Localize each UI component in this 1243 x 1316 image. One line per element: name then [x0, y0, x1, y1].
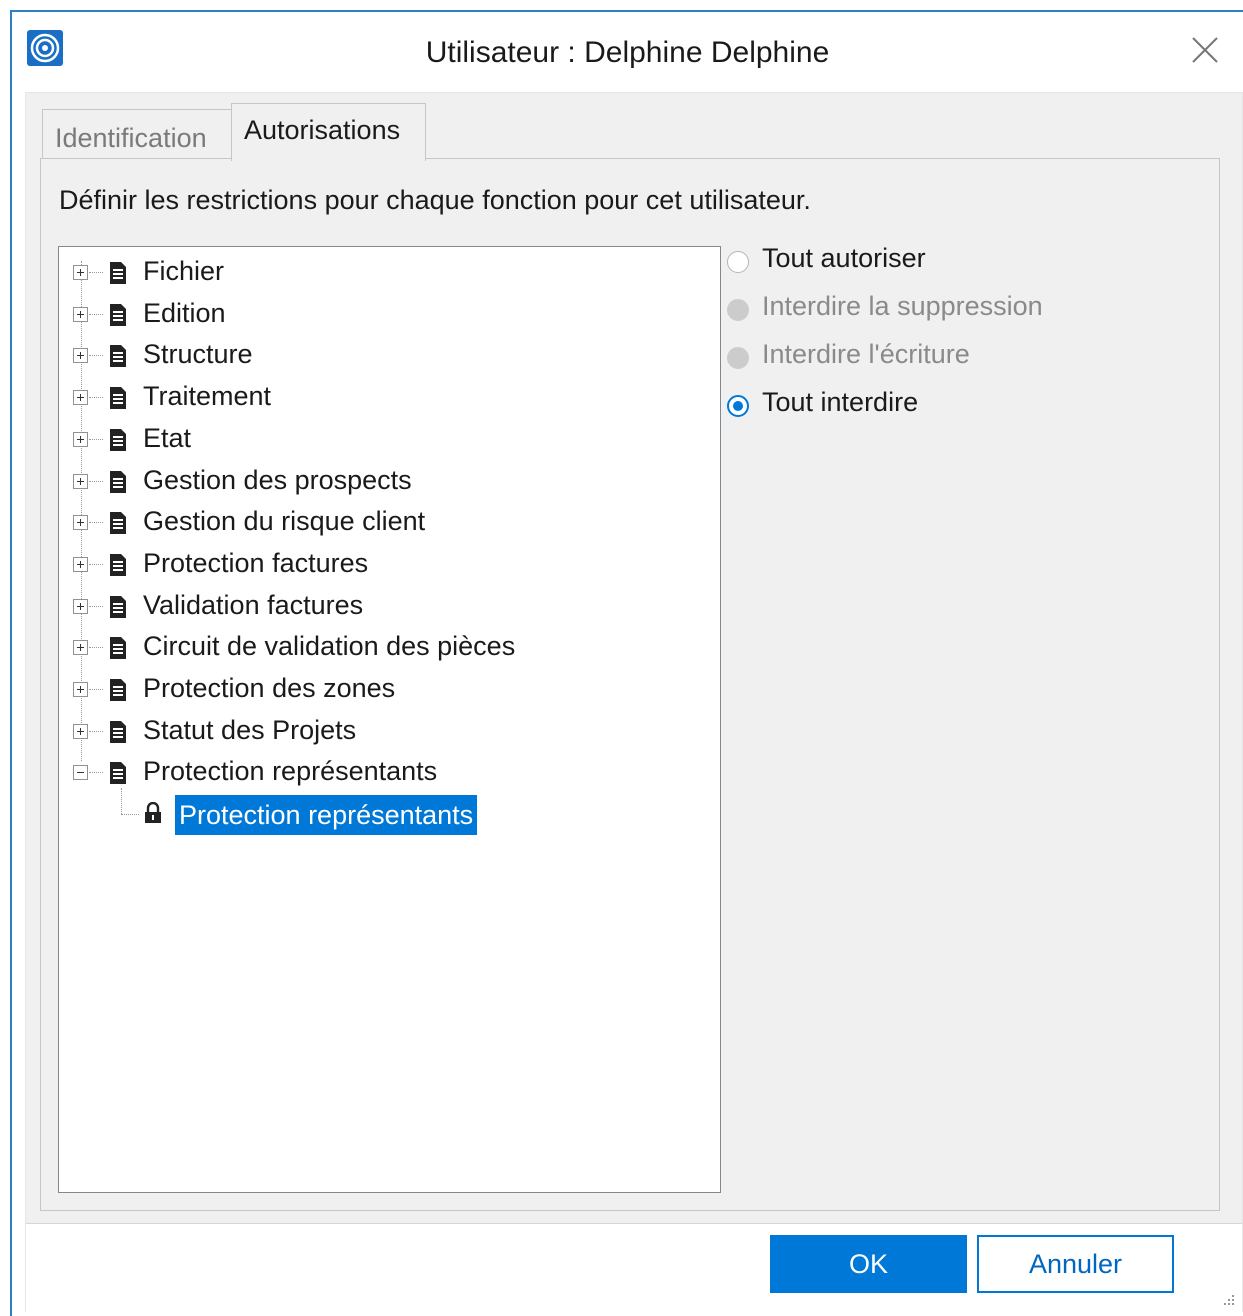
tree-node[interactable]: Validation factures — [59, 587, 699, 627]
tree-node-label[interactable]: Circuit de validation des pièces — [143, 631, 515, 662]
tree-node-label[interactable]: Fichier — [143, 256, 224, 287]
radio-button-icon[interactable] — [727, 395, 749, 417]
tree-connector-line — [89, 313, 103, 315]
document-icon — [110, 512, 126, 535]
radio-button-icon[interactable] — [727, 251, 749, 273]
cancel-button[interactable]: Annuler — [977, 1235, 1174, 1293]
document-icon — [110, 387, 126, 410]
tree-node[interactable]: Edition — [59, 295, 699, 335]
tree-node-label[interactable]: Protection des zones — [143, 673, 395, 704]
tree-node-label[interactable]: Protection factures — [143, 548, 368, 579]
expand-icon[interactable] — [73, 390, 88, 406]
expand-icon[interactable] — [73, 640, 88, 656]
radio-label: Interdire l'écriture — [762, 339, 970, 369]
expand-icon[interactable] — [73, 598, 88, 614]
description-text: Définir les restrictions pour chaque fon… — [59, 185, 811, 215]
radio-button-icon — [727, 299, 749, 321]
radio-button-icon — [727, 347, 749, 369]
tree-node[interactable]: Gestion des prospects — [59, 462, 699, 502]
tree-connector-line — [89, 647, 103, 649]
tree-node[interactable]: Protection représentants — [59, 753, 699, 793]
tree-node[interactable]: Traitement — [59, 378, 699, 418]
tree-connector-line — [89, 605, 103, 607]
tree-connector-line — [89, 480, 103, 482]
dialog-footer: OK Annuler — [26, 1224, 1242, 1313]
tree-connector-line — [89, 438, 103, 440]
tree-connector-line — [89, 355, 103, 357]
tree-node-label[interactable]: Protection représentants — [143, 756, 437, 787]
window-title: Utilisateur : Delphine Delphine — [425, 36, 830, 69]
tab-autorisations[interactable]: Autorisations — [231, 103, 426, 161]
tree-connector-line — [89, 522, 103, 524]
document-icon — [110, 679, 126, 701]
tree-node[interactable]: Structure — [59, 336, 699, 376]
tree-child-selected[interactable]: Protection représentants — [175, 795, 478, 835]
tree-connector-line — [121, 814, 139, 815]
document-icon — [110, 720, 126, 743]
tree-connector-line — [89, 689, 103, 690]
tree-node-label[interactable]: Structure — [143, 339, 253, 370]
tree-node-label[interactable]: Gestion des prospects — [143, 465, 412, 496]
expand-icon[interactable] — [73, 515, 88, 531]
radio-label: Tout autoriser — [762, 243, 926, 273]
expand-icon[interactable] — [73, 348, 88, 364]
document-icon — [110, 345, 126, 368]
collapse-icon[interactable] — [73, 765, 88, 781]
tab-identification[interactable]: Identification — [42, 109, 233, 159]
expand-icon[interactable] — [73, 556, 88, 572]
ok-button[interactable]: OK — [770, 1235, 967, 1293]
tree-node-label[interactable]: Traitement — [143, 381, 271, 412]
radio-label: Tout interdire — [762, 387, 919, 417]
tree-node-label[interactable]: Validation factures — [143, 590, 363, 621]
tree-node-label[interactable]: Gestion du risque client — [143, 506, 425, 537]
tree-connector-line — [89, 772, 103, 774]
document-icon — [110, 762, 126, 785]
title-bar: Utilisateur : Delphine Delphine — [12, 12, 1243, 92]
tree-node[interactable]: Etat — [59, 420, 699, 460]
tree-connector-line — [121, 788, 122, 814]
function-tree[interactable]: Fichier Edition Structure Traitement Etat Ges… — [58, 246, 721, 1193]
document-icon — [110, 470, 126, 493]
document-icon — [110, 303, 126, 326]
lock-icon — [145, 802, 161, 823]
tree-connector-line — [89, 272, 103, 273]
tree-node-label[interactable]: Edition — [143, 298, 226, 329]
tree-connector-line — [89, 563, 103, 565]
expand-icon[interactable] — [73, 431, 88, 447]
expand-icon[interactable] — [73, 473, 88, 489]
tree-connector-line — [89, 730, 103, 732]
close-icon[interactable] — [1187, 32, 1223, 68]
document-icon — [110, 428, 126, 451]
tab-page-autorisations: Définir les restrictions pour chaque fon… — [40, 158, 1220, 1211]
dialog-body: Identification Autorisations Définir les… — [25, 92, 1243, 1313]
tree-node[interactable]: Fichier — [59, 253, 699, 293]
expand-icon[interactable] — [73, 265, 88, 280]
document-icon — [110, 262, 126, 284]
tree-node-label[interactable]: Statut des Projets — [143, 715, 356, 746]
tree-node-label[interactable]: Etat — [143, 423, 191, 454]
tree-node[interactable]: Statut des Projets — [59, 712, 699, 752]
dialog-window: Utilisateur : Delphine Delphine Identifi… — [10, 10, 1243, 1316]
tree-node[interactable]: Gestion du risque client — [59, 503, 699, 543]
expand-icon[interactable] — [73, 306, 88, 322]
document-icon — [110, 595, 126, 618]
resize-grip-icon[interactable] — [1220, 1291, 1236, 1307]
tree-node[interactable]: Protection factures — [59, 545, 699, 585]
document-icon — [110, 637, 126, 660]
expand-icon[interactable] — [73, 682, 88, 697]
tree-connector-line — [89, 397, 103, 399]
document-icon — [110, 553, 126, 576]
expand-icon[interactable] — [73, 723, 88, 739]
tree-node[interactable]: Protection des zones — [59, 670, 699, 710]
tree-node[interactable]: Circuit de validation des pièces — [59, 628, 699, 668]
radio-label: Interdire la suppression — [762, 291, 1043, 321]
